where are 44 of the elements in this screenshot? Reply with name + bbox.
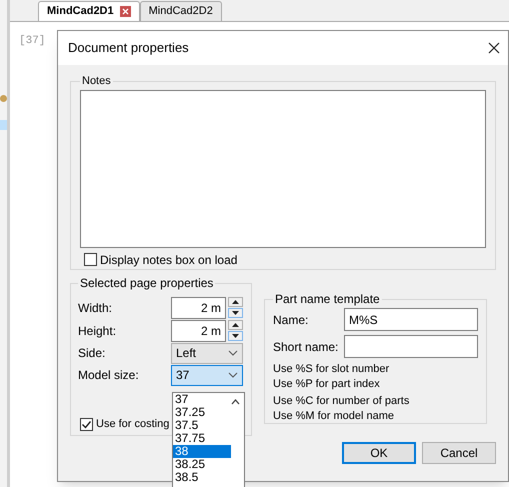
- dialog-button[interactable]: OK: [342, 442, 416, 464]
- dropdown[interactable]: 37: [171, 364, 243, 386]
- text-field[interactable]: [344, 335, 478, 358]
- chevron-down-icon: [228, 350, 238, 356]
- field-label: Name:: [273, 312, 310, 328]
- dialog-button[interactable]: Cancel: [422, 442, 496, 464]
- field-label: Side:: [78, 345, 106, 362]
- hint-text: Use %P for part index: [273, 377, 381, 392]
- group-title: Part name template: [274, 291, 381, 308]
- window-title: Document properties: [68, 39, 189, 58]
- group-title: Selected page properties: [79, 275, 214, 292]
- field-label: Height:: [78, 322, 118, 340]
- checkbox[interactable]: [84, 253, 97, 266]
- line-label: [37]: [19, 35, 46, 47]
- document-tab[interactable]: MindCad2D1: [38, 1, 140, 21]
- hint-text: Use %S for slot number: [273, 362, 390, 377]
- field-label: Short name:: [273, 338, 340, 356]
- chevron-down-icon: [228, 372, 238, 378]
- scroll-up-icon[interactable]: [231, 399, 240, 405]
- dropdown-option[interactable]: 38.5: [173, 471, 231, 484]
- spin-field[interactable]: 2 m: [171, 320, 226, 342]
- hint-text: Use %C for number of parts: [273, 394, 410, 409]
- dropdown-option[interactable]: 37.5: [173, 419, 231, 432]
- dropdown-option[interactable]: 38: [173, 445, 231, 458]
- field-label: Model size:: [78, 367, 140, 384]
- spin-buttons[interactable]: [228, 320, 243, 342]
- dropdown-option[interactable]: 37.75: [173, 432, 231, 445]
- hint-text: Use %M for model name: [273, 409, 396, 424]
- checkbox[interactable]: [80, 418, 93, 431]
- checkmark-icon: [81, 418, 92, 430]
- document-tab[interactable]: MindCad2D2: [140, 1, 222, 21]
- dropdown-option[interactable]: 37.25: [173, 406, 231, 419]
- checkbox-label: Display notes box on load: [100, 252, 238, 268]
- spin-buttons[interactable]: [228, 296, 243, 318]
- close-icon[interactable]: [488, 42, 500, 54]
- dropdown-option[interactable]: 37: [173, 393, 231, 406]
- checkbox-label: Use for costing: [96, 417, 170, 432]
- text-field[interactable]: M%S: [344, 308, 478, 331]
- group-title: Notes: [81, 74, 112, 89]
- dropdown[interactable]: Left: [171, 342, 243, 364]
- dropdown-option[interactable]: 38.25: [173, 458, 231, 471]
- notes-field[interactable]: [80, 90, 486, 248]
- field-label: Width:: [78, 300, 114, 316]
- spin-field[interactable]: 2 m: [171, 296, 226, 318]
